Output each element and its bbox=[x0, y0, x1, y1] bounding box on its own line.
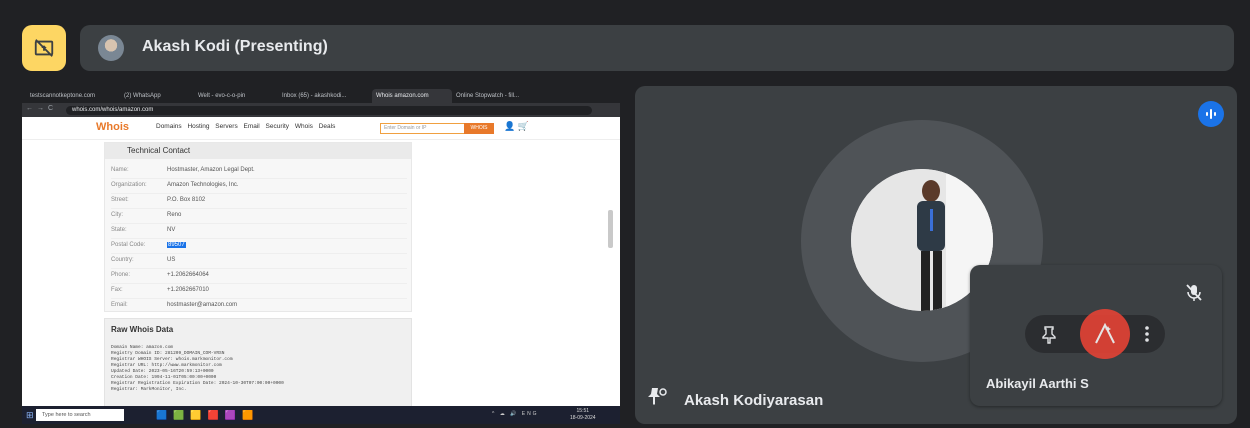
whois-content: Technical Contact Name: Hostmaster, Amazo… bbox=[22, 140, 620, 408]
contact-row: Phone: +1.2062664064 bbox=[111, 268, 407, 284]
avatar bbox=[98, 35, 124, 61]
site-search-button: WHOIS bbox=[464, 123, 494, 134]
shared-screen: testscannotkeptone.com (2) WhatsApp Welt… bbox=[22, 86, 620, 424]
presenter-name: Akash Kodi (Presenting) bbox=[142, 38, 328, 55]
taskbar-clock: 15:51 18-09-2024 bbox=[570, 408, 596, 421]
pin-button[interactable] bbox=[1039, 324, 1059, 344]
browser-tab: testscannotkeptone.com bbox=[30, 93, 96, 99]
cart-icon: 👤 🛒 bbox=[504, 121, 529, 131]
stop-presenting-button[interactable] bbox=[22, 25, 66, 71]
windows-start-icon: ⊞ bbox=[26, 410, 34, 420]
system-tray-icons: ^ ☁ 🔊 ENG bbox=[492, 411, 539, 417]
contact-row: Email: hostmaster@amazon.com bbox=[111, 302, 238, 308]
address-bar: ←→C whois.com/whois/amazon.com bbox=[22, 103, 620, 117]
contact-row: Street: P.O. Box 8102 bbox=[111, 193, 407, 209]
taskbar-search: Type here to search bbox=[36, 409, 124, 421]
contact-row: Fax: +1.2062667010 bbox=[111, 283, 407, 299]
browser-tab-bar: testscannotkeptone.com (2) WhatsApp Welt… bbox=[22, 86, 620, 103]
raw-whois-title: Raw Whois Data bbox=[111, 325, 174, 334]
nav-arrows-icon: ←→C bbox=[26, 105, 58, 112]
site-search-input: Enter Domain or IP bbox=[380, 123, 465, 134]
participant-tile-self[interactable]: Abikayil Aarthi S bbox=[970, 265, 1222, 406]
scrollbar bbox=[608, 210, 613, 248]
present-to-all-off-icon bbox=[34, 39, 54, 57]
participant-name: Abikayil Aarthi S bbox=[986, 376, 1089, 391]
contact-row: Postal Code: 89507 bbox=[111, 238, 407, 254]
contact-row: Organization: Amazon Technologies, Inc. bbox=[111, 178, 407, 194]
browser-tab: Welt - evo-c-o-pin bbox=[198, 93, 246, 99]
presenter-banner: Akash Kodi (Presenting) bbox=[80, 25, 1234, 71]
browser-tab: (2) WhatsApp bbox=[124, 93, 161, 99]
contact-row: State: NV bbox=[111, 223, 407, 239]
participant-name: Akash Kodiyarasan bbox=[684, 392, 824, 409]
site-nav: Domains Hosting Servers Email Security W… bbox=[156, 123, 336, 130]
site-logo: Whois bbox=[96, 121, 129, 133]
contact-row: City: Reno bbox=[111, 208, 407, 224]
site-header: Whois Domains Hosting Servers Email Secu… bbox=[22, 117, 620, 140]
visual-effects-button[interactable] bbox=[1080, 309, 1130, 359]
contact-row: Country: US bbox=[111, 253, 407, 269]
technical-contact-card: Technical Contact Name: Hostmaster, Amazo… bbox=[104, 142, 412, 312]
taskbar-app-icons: 🟦🟩🟨🟥🟪🟧 bbox=[156, 410, 260, 420]
pinned-person-icon bbox=[647, 386, 667, 411]
tile-hover-controls bbox=[1025, 309, 1165, 359]
more-options-icon[interactable] bbox=[1137, 324, 1157, 344]
presentation-bar: Akash Kodi (Presenting) bbox=[22, 25, 1234, 71]
visual-effects-icon bbox=[1095, 322, 1115, 344]
raw-whois-text: Domain Name: amazon.com Registry Domain … bbox=[111, 345, 284, 392]
browser-tab: Online Stopwatch - fill... bbox=[456, 93, 520, 99]
card-title: Technical Contact bbox=[105, 143, 411, 159]
browser-tab-active: Whois amazon.com bbox=[372, 89, 452, 103]
browser-tab: Inbox (65) - akashkodi... bbox=[282, 93, 347, 99]
windows-taskbar: ⊞ Type here to search 🟦🟩🟨🟥🟪🟧 ^ ☁ 🔊 ENG 1… bbox=[22, 406, 620, 424]
speaking-indicator-icon bbox=[1198, 101, 1224, 127]
raw-whois-card: Raw Whois Data Domain Name: amazon.com R… bbox=[104, 318, 412, 408]
contact-row: Name: Hostmaster, Amazon Legal Dept. bbox=[111, 163, 407, 179]
url-field: whois.com/whois/amazon.com bbox=[66, 106, 592, 115]
mic-off-icon bbox=[1186, 284, 1202, 301]
